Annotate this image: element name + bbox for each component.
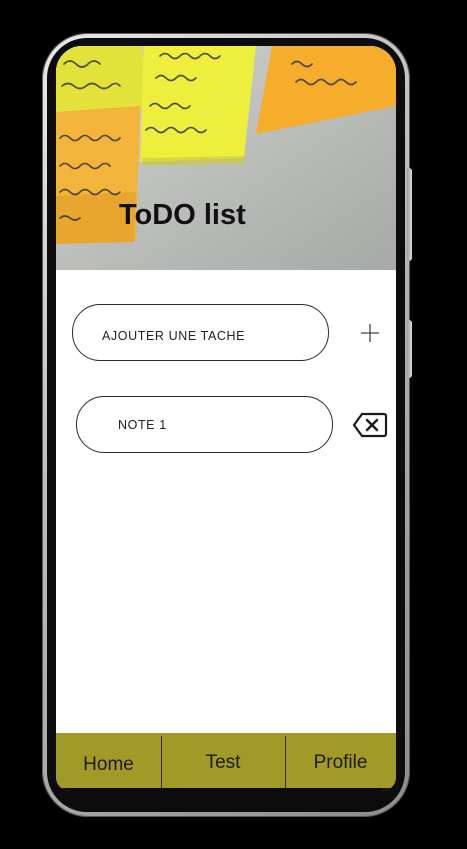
add-task-label: AJOUTER UNE TACHE bbox=[102, 328, 246, 343]
plus-icon[interactable] bbox=[359, 322, 381, 344]
task-item[interactable]: NOTE 1 bbox=[76, 396, 333, 453]
tab-home-label: Home bbox=[83, 754, 134, 775]
tab-profile[interactable]: Profile bbox=[285, 733, 396, 788]
page-title: ToDO list bbox=[119, 199, 246, 231]
app-screen: ToDO list AJOUTER UNE TACHE NOTE 1 Home … bbox=[56, 46, 396, 791]
tab-home[interactable]: Home bbox=[56, 733, 161, 788]
tab-test-label: Test bbox=[205, 752, 241, 773]
sticky-notes-photo bbox=[56, 46, 396, 270]
tab-profile-label: Profile bbox=[313, 752, 368, 773]
volume-button bbox=[407, 168, 412, 261]
home-indicator-area bbox=[56, 788, 396, 791]
bottom-tab-bar: Home Test Profile bbox=[56, 733, 396, 791]
power-button bbox=[407, 320, 412, 378]
tab-test[interactable]: Test bbox=[161, 733, 285, 788]
tab-divider bbox=[285, 736, 286, 788]
add-task-input[interactable]: AJOUTER UNE TACHE bbox=[72, 304, 329, 361]
backspace-icon[interactable] bbox=[352, 411, 388, 439]
tab-divider bbox=[161, 736, 162, 788]
task-item-label: NOTE 1 bbox=[118, 417, 167, 432]
header-banner: ToDO list bbox=[56, 46, 396, 270]
